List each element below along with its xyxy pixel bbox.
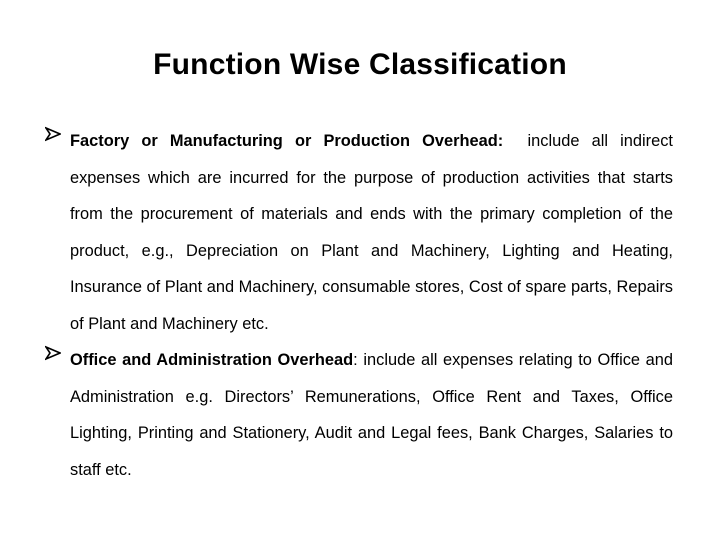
bullet-body: include all indirect expenses which are … xyxy=(70,132,673,333)
bullet-paragraph: Office and Administration Overhead: incl… xyxy=(70,342,673,488)
bullet-paragraph: Factory or Manufacturing or Production O… xyxy=(70,123,673,342)
bullet-item-factory-overhead: Factory or Manufacturing or Production O… xyxy=(43,123,673,342)
arrowhead-bullet-icon xyxy=(43,123,63,145)
bullet-separator: : xyxy=(497,132,528,150)
bullet-body: include all expenses relating to Office … xyxy=(70,351,674,479)
bullet-heading: Office and Administration Overhead xyxy=(70,351,354,369)
bullet-heading: Factory or Manufacturing or Production O… xyxy=(70,132,498,150)
arrowhead-bullet-icon xyxy=(43,342,63,364)
bullet-separator: : xyxy=(353,351,364,369)
bullet-item-office-overhead: Office and Administration Overhead: incl… xyxy=(43,342,673,488)
slide-title: Function Wise Classification xyxy=(153,48,567,81)
